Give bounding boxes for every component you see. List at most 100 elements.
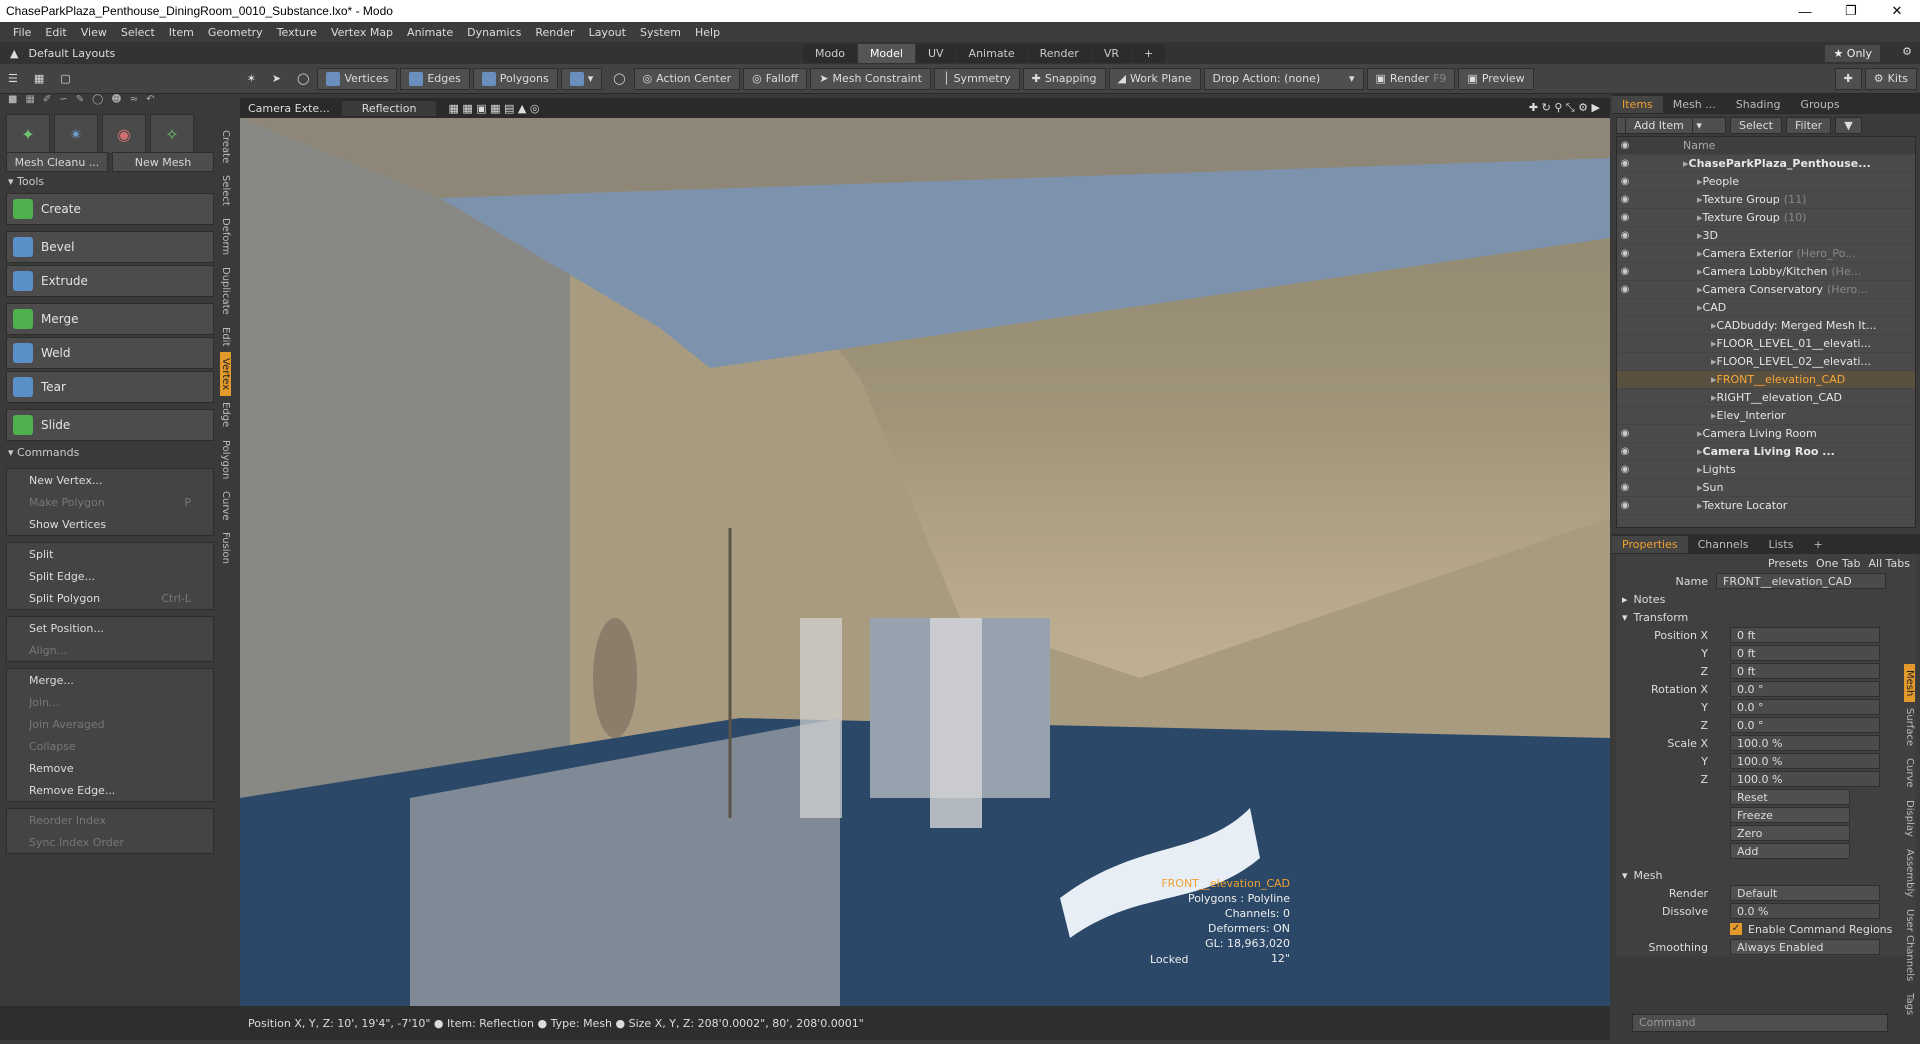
- item-row[interactable]: ▸ FLOOR_LEVEL_01__elevati...: [1617, 335, 1915, 353]
- tool-create[interactable]: Create: [6, 193, 214, 225]
- item-row[interactable]: ◉ ▸ 3D: [1617, 227, 1915, 245]
- side-tab-curve[interactable]: Curve: [1904, 752, 1915, 794]
- layout-tab-modo[interactable]: Modo: [803, 43, 857, 63]
- tab-groups[interactable]: Groups: [1790, 96, 1849, 113]
- menu-item-view[interactable]: View: [74, 26, 114, 39]
- snap-icon[interactable]: ▢: [52, 68, 78, 90]
- item-row[interactable]: ▸ RIGHT__elevation_CAD: [1617, 389, 1915, 407]
- transform-header[interactable]: Transform: [1634, 611, 1689, 624]
- item-row[interactable]: ◉ ▸ Camera Conservatory (Hero...: [1617, 281, 1915, 299]
- layout-name[interactable]: Default Layouts: [28, 47, 115, 60]
- transform-field[interactable]: 0 ft: [1730, 627, 1880, 643]
- move-tool-icon[interactable]: ✦: [6, 114, 50, 154]
- side-tab-surface[interactable]: Surface: [1904, 702, 1915, 752]
- side-tab-tags[interactable]: Tags: [1904, 987, 1915, 1021]
- menu-item-geometry[interactable]: Geometry: [201, 26, 270, 39]
- item-row[interactable]: ◉ ▸ ChaseParkPlaza_Penthouse...: [1617, 155, 1915, 173]
- transform-field[interactable]: 0.0 °: [1730, 699, 1880, 715]
- menu-item-help[interactable]: Help: [688, 26, 727, 39]
- add-item-button[interactable]: Add Item ▾: [1616, 116, 1726, 134]
- side-tab-create[interactable]: Create: [220, 124, 231, 169]
- layout-tab-add[interactable]: +: [1131, 43, 1166, 63]
- undo-icon[interactable]: ↶: [146, 94, 154, 108]
- eye-icon[interactable]: ◉: [1617, 248, 1633, 259]
- side-tab-display[interactable]: Display: [1904, 794, 1915, 843]
- smoothing-select[interactable]: Always Enabled: [1730, 939, 1880, 955]
- curve-icon[interactable]: ∽: [59, 94, 67, 108]
- tab-channels[interactable]: Channels: [1688, 536, 1759, 553]
- menu-item-file[interactable]: File: [6, 26, 38, 39]
- item-row[interactable]: ◉ ▸ Texture Group (10): [1617, 209, 1915, 227]
- menu-item-system[interactable]: System: [633, 26, 688, 39]
- action-center-button[interactable]: ◎ Action Center: [633, 67, 741, 90]
- menu-item-animate[interactable]: Animate: [400, 26, 460, 39]
- side-tab-assembly[interactable]: Assembly: [1904, 843, 1915, 903]
- command-remove-edge[interactable]: Remove Edge...: [7, 779, 213, 801]
- mesh-header[interactable]: Mesh: [1634, 869, 1663, 882]
- mesh-cleanup-button[interactable]: Mesh Cleanu ...: [6, 152, 108, 172]
- symmetry-button[interactable]: │ Symmetry: [933, 67, 1020, 90]
- filter-button[interactable]: Filter: [1785, 116, 1832, 134]
- kits-button[interactable]: ⚙ Kits: [1864, 67, 1917, 90]
- menu-item-layout[interactable]: Layout: [582, 26, 633, 39]
- select-icon[interactable]: ➤: [264, 68, 289, 90]
- tab-properties[interactable]: Properties: [1612, 535, 1688, 553]
- vertices-button[interactable]: Vertices: [317, 67, 398, 90]
- layout-tab-uv[interactable]: UV: [915, 43, 956, 63]
- menu-item-vertex-map[interactable]: Vertex Map: [324, 26, 400, 39]
- viewport-nav-icon[interactable]: ✚ ↻ ⚲ ⤡ ⚙ ▶: [1529, 101, 1600, 115]
- side-tab-fusion[interactable]: Fusion: [220, 526, 231, 570]
- all-tabs-button[interactable]: All Tabs: [1869, 557, 1911, 570]
- brush-icon[interactable]: ✎: [76, 94, 84, 108]
- item-row[interactable]: ◉ ▸ Camera Exterior (Hero_Po...: [1617, 245, 1915, 263]
- tab-mesh[interactable]: Mesh ...: [1663, 96, 1726, 113]
- grid-icon[interactable]: ▦: [25, 94, 34, 108]
- falloff-button[interactable]: ◎ Falloff: [743, 67, 808, 90]
- action-zero-button[interactable]: Zero: [1730, 825, 1850, 841]
- commands-header[interactable]: ▾ Commands: [0, 443, 220, 462]
- render-button[interactable]: ▣ Render F9: [1366, 67, 1456, 90]
- item-row[interactable]: ◉ ▸ People: [1617, 173, 1915, 191]
- menu-icon[interactable]: ☰: [0, 68, 26, 90]
- item-row[interactable]: ▸ FRONT__elevation_CAD: [1617, 371, 1915, 389]
- eye-icon[interactable]: ◉: [1617, 464, 1633, 475]
- dissolve-field[interactable]: 0.0 %: [1730, 903, 1880, 919]
- item-row[interactable]: ▸ FLOOR_LEVEL_02__elevati...: [1617, 353, 1915, 371]
- tool-weld[interactable]: Weld: [6, 337, 214, 369]
- layout-tab-vr[interactable]: VR: [1091, 43, 1131, 63]
- camera-select[interactable]: Camera Exte...: [248, 102, 330, 115]
- tool-extrude[interactable]: Extrude: [6, 265, 214, 297]
- lasso-icon[interactable]: ◯: [289, 68, 317, 90]
- tab-shading[interactable]: Shading: [1726, 96, 1791, 113]
- mesh-constraint-button[interactable]: ➤ Mesh Constraint: [810, 67, 931, 90]
- side-tab-select[interactable]: Select: [220, 169, 231, 212]
- eye-icon[interactable]: ◉: [1617, 482, 1633, 493]
- transform-field[interactable]: 0.0 °: [1730, 681, 1880, 697]
- eye-icon[interactable]: ◉: [1617, 176, 1633, 187]
- item-row[interactable]: ◉ ▸ Camera Lobby/Kitchen (He...: [1617, 263, 1915, 281]
- transform-icon[interactable]: ✚: [1834, 67, 1862, 90]
- pointer-icon[interactable]: ✶: [239, 68, 264, 90]
- pen-icon[interactable]: ✐: [43, 94, 51, 108]
- side-tab-curve[interactable]: Curve: [220, 485, 231, 527]
- tilde-icon[interactable]: ≈: [130, 94, 138, 108]
- command-show-vertices[interactable]: Show Vertices: [7, 513, 213, 535]
- side-tab-mesh[interactable]: Mesh: [1904, 664, 1915, 703]
- home-icon[interactable]: ■: [8, 94, 17, 108]
- menu-item-edit[interactable]: Edit: [38, 26, 73, 39]
- tab-add[interactable]: +: [1803, 536, 1832, 553]
- close-icon[interactable]: ✕: [1874, 0, 1920, 22]
- drop-action-select[interactable]: Drop Action: (none) ▾: [1203, 67, 1364, 90]
- command-set-position[interactable]: Set Position...: [7, 617, 213, 639]
- tool-bevel[interactable]: Bevel: [6, 231, 214, 263]
- menu-item-dynamics[interactable]: Dynamics: [460, 26, 528, 39]
- material-icon[interactable]: ◯: [605, 68, 633, 90]
- person-icon[interactable]: ☻: [111, 94, 121, 108]
- grid-icon[interactable]: ▦: [26, 68, 52, 90]
- presets-button[interactable]: Presets: [1768, 557, 1808, 570]
- eye-icon[interactable]: ◉: [1617, 230, 1633, 241]
- command-input[interactable]: Command: [1632, 1014, 1888, 1032]
- polygons-button[interactable]: Polygons: [472, 67, 558, 90]
- command-remove[interactable]: Remove: [7, 757, 213, 779]
- command-split[interactable]: Split: [7, 543, 213, 565]
